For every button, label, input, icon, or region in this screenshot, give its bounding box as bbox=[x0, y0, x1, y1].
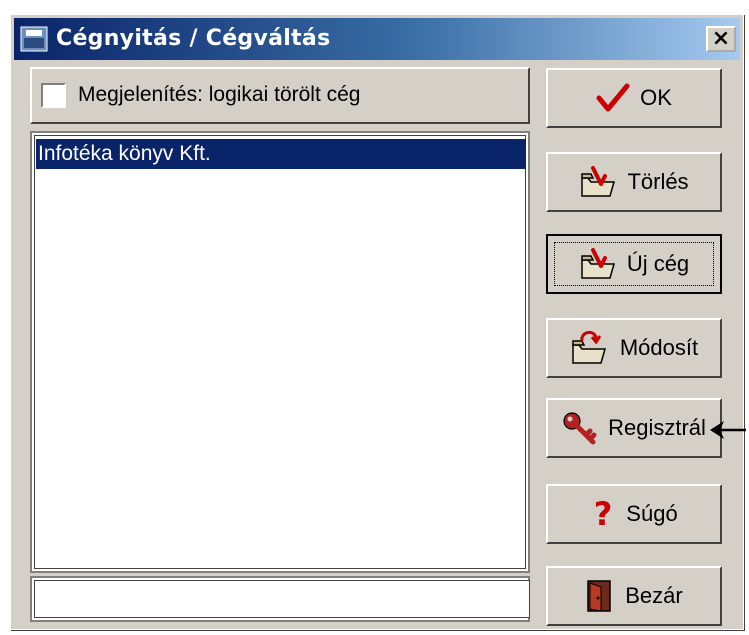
show-deleted-checkbox[interactable] bbox=[41, 83, 66, 108]
company-filter-input[interactable] bbox=[34, 580, 530, 618]
svg-text:?: ? bbox=[594, 497, 613, 531]
close-icon: × bbox=[711, 26, 731, 51]
help-button[interactable]: ? Súgó bbox=[546, 484, 722, 544]
register-button[interactable]: Regisztrál bbox=[546, 398, 722, 458]
modify-button[interactable]: Módosít bbox=[546, 318, 722, 378]
help-label: Súgó bbox=[626, 501, 678, 526]
company-list[interactable]: Infotéka könyv Kft. bbox=[30, 131, 530, 573]
modify-label: Módosít bbox=[619, 335, 699, 360]
checkmark-icon bbox=[596, 83, 630, 112]
ok-label: OK bbox=[640, 85, 672, 110]
register-label: Regisztrál bbox=[608, 415, 706, 440]
folder-delete-icon bbox=[581, 166, 616, 197]
new-company-button[interactable]: Új cég bbox=[546, 234, 722, 294]
company-filter-field[interactable] bbox=[30, 576, 530, 622]
company-list-frame bbox=[34, 135, 526, 569]
list-item[interactable]: Infotéka könyv Kft. bbox=[36, 139, 526, 169]
app-icon bbox=[20, 26, 48, 52]
show-deleted-panel: Megjelenítés: logikai törölt cég bbox=[30, 67, 530, 124]
close-label: Bezár bbox=[625, 583, 683, 608]
window-title: Cégnyitás / Cégváltás bbox=[56, 26, 331, 51]
door-icon bbox=[587, 580, 611, 612]
key-icon bbox=[563, 412, 597, 445]
title-bar[interactable]: Cégnyitás / Cégváltás × bbox=[14, 18, 740, 60]
show-deleted-label[interactable]: Megjelenítés: logikai törölt cég bbox=[78, 83, 361, 107]
close-window-button[interactable]: × bbox=[706, 26, 736, 52]
ok-button[interactable]: OK bbox=[546, 68, 722, 128]
pointer-arrow-icon bbox=[710, 421, 746, 439]
folder-modify-icon bbox=[572, 331, 606, 364]
close-button[interactable]: Bezár bbox=[546, 566, 722, 626]
focus-indicator bbox=[554, 242, 714, 286]
question-icon: ? bbox=[594, 497, 613, 531]
delete-button[interactable]: Törlés bbox=[546, 152, 722, 212]
delete-label: Törlés bbox=[627, 169, 689, 194]
